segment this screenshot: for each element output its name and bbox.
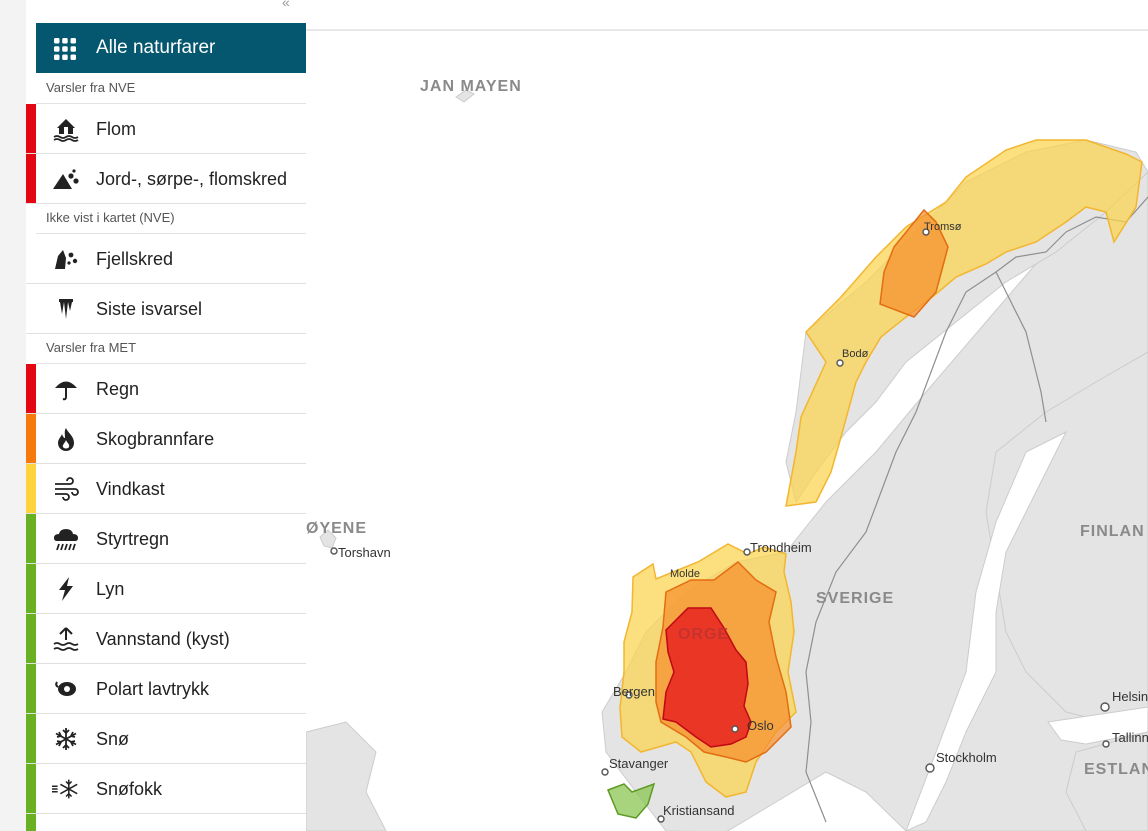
hazard-item-regn[interactable]: Regn — [26, 364, 306, 414]
hazard-label: Styrtregn — [96, 529, 170, 549]
level-bar — [26, 464, 36, 513]
label-molde: Molde — [670, 568, 700, 580]
hazard-item-skogbrannfare[interactable]: Skogbrannfare — [26, 414, 306, 464]
hazard-label: Siste isvarsel — [96, 299, 203, 319]
icicle-icon — [52, 296, 80, 322]
level-bar — [26, 514, 36, 563]
label-bodo: Bodø — [842, 348, 869, 360]
label-jan-mayen: JAN MAYEN — [420, 78, 522, 95]
level-bar — [26, 414, 36, 463]
hazard-item-snofokk[interactable]: Snøfokk — [26, 764, 306, 814]
label-stockholm: Stockholm — [936, 750, 997, 765]
label-tallinn: Tallinn — [1112, 730, 1148, 745]
hazard-label: Skogbrannfare — [96, 429, 215, 449]
hazard-item-fjellskred[interactable]: Fjellskred — [26, 234, 306, 284]
label-oslo: Oslo — [747, 718, 774, 733]
label-finland: FINLAN — [1080, 523, 1145, 540]
hazard-label: Vannstand (kyst) — [96, 629, 230, 649]
label-norway: ORGE — [678, 626, 730, 643]
hazard-label: Snø — [96, 729, 130, 749]
hazard-item-more[interactable] — [26, 814, 306, 831]
label-estonia: ESTLAN — [1084, 761, 1148, 778]
hazard-sidebar: « Alle naturfarer Varsler fra NVE Flom J… — [26, 0, 306, 831]
label-torshavn: Torshavn — [338, 545, 391, 560]
hazard-item-polart-lavtrykk[interactable]: Polart lavtrykk — [26, 664, 306, 714]
heavy-rain-icon — [52, 526, 80, 552]
level-bar — [26, 364, 36, 413]
top-bar — [306, 0, 1148, 31]
hazard-item-flom[interactable]: Flom — [26, 104, 306, 154]
level-bar — [26, 714, 36, 763]
map-canvas — [306, 89, 1148, 831]
hazard-item-styrtregn[interactable]: Styrtregn — [26, 514, 306, 564]
house-flood-icon — [52, 116, 80, 142]
snowflake-icon — [52, 726, 80, 752]
label-faroe-islands: ØYENE — [306, 520, 368, 537]
label-helsinki: Helsinki — [1112, 689, 1148, 704]
hazard-label: Vindkast — [96, 479, 165, 499]
city-dot-torshavn — [330, 547, 338, 555]
label-bergen: Bergen — [613, 684, 655, 699]
lightning-icon — [52, 576, 80, 602]
level-bar — [26, 154, 36, 203]
city-dot-stockholm — [925, 763, 935, 773]
warning-map[interactable]: JAN MAYEN ØYENE SVERIGE FINLAN ESTLAN OR… — [306, 32, 1148, 831]
label-tromso: Tromsø — [924, 221, 962, 233]
hazard-label: Snøfokk — [96, 779, 163, 799]
rockslide-icon — [52, 246, 80, 272]
umbrella-icon — [52, 376, 80, 402]
wind-icon — [52, 476, 80, 502]
all-hazards-button[interactable]: Alle naturfarer — [36, 23, 306, 73]
level-bar — [26, 614, 36, 663]
hazard-label: Regn — [96, 379, 140, 399]
level-bar — [26, 284, 36, 333]
label-kristiansand: Kristiansand — [663, 803, 735, 818]
group-header-nve: Varsler fra NVE — [36, 74, 306, 104]
hazard-item-vindkast[interactable]: Vindkast — [26, 464, 306, 514]
level-bar — [26, 564, 36, 613]
label-trondheim: Trondheim — [750, 540, 812, 555]
hazard-item-jordskred[interactable]: Jord-, sørpe-, flomskred — [26, 154, 306, 204]
warning-area-green-southwest — [607, 782, 656, 819]
hazard-item-isvarsel[interactable]: Siste isvarsel — [26, 284, 306, 334]
hazard-item-lyn[interactable]: Lyn — [26, 564, 306, 614]
hazard-item-sno[interactable]: Snø — [26, 714, 306, 764]
fire-icon — [52, 426, 80, 452]
polar-low-icon — [52, 676, 80, 702]
water-level-icon — [52, 626, 80, 652]
uk-land — [306, 721, 387, 831]
level-bar — [26, 234, 36, 283]
landslide-icon — [52, 166, 80, 192]
hazard-label: Jord-, sørpe-, flomskred — [96, 169, 288, 189]
collapse-icon[interactable]: « — [282, 0, 290, 10]
hazard-label: Polart lavtrykk — [96, 679, 210, 699]
level-bar — [26, 814, 36, 831]
all-hazards-label: Alle naturfarer — [96, 37, 216, 58]
label-stavanger: Stavanger — [609, 756, 669, 771]
city-dot-stavanger — [601, 768, 609, 776]
hazard-item-vannstand[interactable]: Vannstand (kyst) — [26, 614, 306, 664]
hazard-label: Fjellskred — [96, 249, 174, 269]
left-strip — [0, 0, 26, 831]
city-dot-helsinki — [1100, 702, 1110, 712]
city-dot-tallinn — [1102, 740, 1110, 748]
label-sweden: SVERIGE — [816, 590, 895, 607]
hazard-label: Lyn — [96, 579, 125, 599]
level-bar — [26, 104, 36, 153]
level-bar — [26, 664, 36, 713]
hazard-label: Flom — [96, 119, 136, 139]
group-header-not-in-map: Ikke vist i kartet (NVE) — [36, 204, 306, 234]
city-dot-oslo — [731, 725, 739, 733]
grid-icon — [54, 38, 76, 60]
snowdrift-icon — [52, 776, 80, 802]
city-dot-bodo — [836, 359, 844, 367]
group-header-met: Varsler fra MET — [36, 334, 306, 364]
level-bar — [26, 764, 36, 813]
